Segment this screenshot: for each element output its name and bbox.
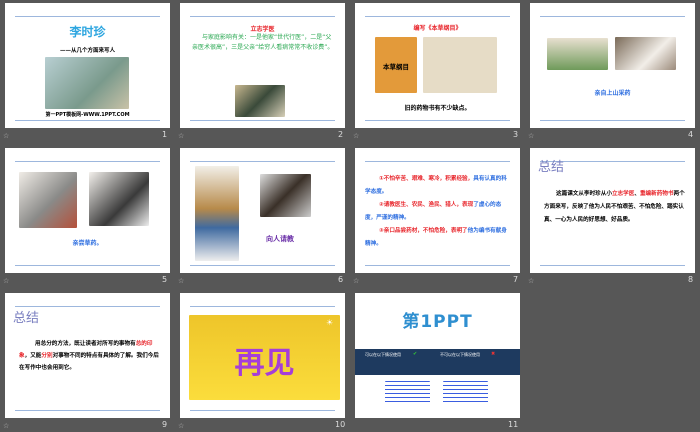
slide-caption: 亲自上山采药 <box>594 90 631 97</box>
slide-number: 2 <box>338 130 344 139</box>
slide-thumbnail-4[interactable]: 亲自上山采药 <box>530 3 695 128</box>
slide-number: 1 <box>162 130 168 139</box>
divider <box>15 410 160 411</box>
check-icon: ✔ <box>413 351 418 357</box>
goodbye-text: 再见 <box>234 346 295 381</box>
slide-number: 9 <box>162 420 168 429</box>
slide-thumbnail-5[interactable]: 亲尝草药。 <box>5 148 170 273</box>
animation-star-icon: ☆ <box>178 277 185 285</box>
divider <box>365 16 510 17</box>
portrait-image <box>235 85 285 117</box>
slide-number: 5 <box>162 275 168 284</box>
slide-number: 10 <box>335 420 346 429</box>
divider <box>540 16 685 17</box>
divider <box>365 161 510 162</box>
illustration-image <box>547 38 608 70</box>
slide-heading: 总结 <box>538 160 565 175</box>
animation-star-icon: ☆ <box>178 422 185 430</box>
slide-thumbnail-6[interactable]: 向人请教 <box>180 148 345 273</box>
slide-body: ①不怕辛苦、艰难、寒冷，积累经验，具有认真的科学态度。 ②请教医生、农民、渔民、… <box>365 173 510 251</box>
animation-star-icon: ☆ <box>353 277 360 285</box>
slide-thumbnail-11[interactable]: 第1PPT 可以在以下情况使用 ✔ 不可以在以下情况使用 ✖ <box>355 293 520 418</box>
body-text: 这篇课文从李时珍从小 <box>556 191 612 197</box>
divider <box>190 306 335 307</box>
slide-number: 3 <box>513 130 519 139</box>
painting-image <box>19 172 77 228</box>
illustration-image <box>615 37 676 70</box>
divider <box>15 265 160 266</box>
painting-image <box>89 172 149 226</box>
slide-heading: 编写《本草纲目》 <box>413 25 462 32</box>
cannot-use-label: 不可以在以下情况使用 <box>440 352 480 357</box>
divider <box>540 120 685 121</box>
link-list <box>443 381 488 405</box>
logo: 第1PPT <box>402 312 473 332</box>
slide-number: 7 <box>513 275 519 284</box>
divider <box>190 120 335 121</box>
link-list <box>385 381 430 405</box>
animation-star-icon: ☆ <box>3 422 10 430</box>
animation-star-icon: ☆ <box>178 132 185 140</box>
usage-banner: 可以在以下情况使用 ✔ 不可以在以下情况使用 ✖ <box>355 349 520 375</box>
slide-thumbnail-1[interactable]: 李时珍 ——从几个方面来写人 第一PPT模板网-WWW.1PPT.COM <box>5 3 170 128</box>
animation-star-icon: ☆ <box>528 277 535 285</box>
divider <box>190 16 335 17</box>
divider <box>190 265 335 266</box>
slide-thumbnail-3[interactable]: 编写《本草纲目》 本草纲目 旧的药物书有不少缺点。 <box>355 3 520 128</box>
slide-number: 4 <box>688 130 694 139</box>
painting-image <box>195 166 239 261</box>
illustration-image <box>45 57 129 109</box>
divider <box>190 161 335 162</box>
slide-number: 8 <box>688 275 694 284</box>
slide-number: 6 <box>338 275 344 284</box>
sun-icon: ☀ <box>326 318 334 327</box>
slide-caption: 旧的药物书有不少缺点。 <box>404 105 471 112</box>
divider <box>365 265 510 266</box>
divider <box>540 265 685 266</box>
animation-star-icon: ☆ <box>528 132 535 140</box>
slide-caption: 亲尝草药。 <box>72 240 103 247</box>
body-text: 用总分的方法，既让读者对所写的事物有 <box>35 341 136 347</box>
slide-heading: 立志学医 <box>250 26 275 33</box>
slide-thumbnail-2[interactable]: 立志学医 与家庭影响有关：一是他家“世代行医”，二是“父亲医术很高”，三是父亲“… <box>180 3 345 128</box>
book-pages-image <box>423 37 497 93</box>
divider <box>15 16 160 17</box>
can-use-label: 可以在以下情况使用 <box>365 352 401 357</box>
slide-body: 这篇课文从李时珍从小立志学医、重编新药物书两个方面来写，反映了他为人民不怕艰苦、… <box>544 188 685 227</box>
slide-subtitle: ——从几个方面来写人 <box>59 48 115 54</box>
slide-thumbnail-10[interactable]: ☀ 再见 <box>180 293 345 418</box>
cross-icon: ✖ <box>491 351 496 357</box>
body-text: ，又能 <box>24 353 42 359</box>
slide-body: 用总分的方法，既让读者对所写的事物有总的印象，又能分别对事物不同的特点有具体的了… <box>19 338 160 374</box>
animation-star-icon: ☆ <box>3 277 10 285</box>
highlight-text: 分别 <box>41 353 53 359</box>
animation-star-icon: ☆ <box>353 132 360 140</box>
divider <box>190 410 335 411</box>
slide-thumbnail-7[interactable]: ①不怕辛苦、艰难、寒冷，积累经验，具有认真的科学态度。 ②请教医生、农民、渔民、… <box>355 148 520 273</box>
slide-heading: 总结 <box>13 311 40 326</box>
highlight-text: 重编新药物书 <box>639 191 674 197</box>
slide-footer: 第一PPT模板网-WWW.1PPT.COM <box>45 112 130 118</box>
point-text: ③亲口品尝药材，不怕危险，表明了 <box>379 228 468 234</box>
highlight-text: 立志学医 <box>611 191 635 197</box>
point-text: ②请教医生、农民、渔民、猎人，表现 <box>379 202 474 208</box>
book-title: 本草纲目 <box>383 63 409 71</box>
slide-body: 与家庭影响有关：一是他家“世代行医”，二是“父亲医术很高”，三是父亲“给穷人看病… <box>192 34 334 51</box>
slide-caption: 向人请教 <box>266 235 294 243</box>
slide-number: 11 <box>508 420 519 429</box>
slide-title: 李时珍 <box>69 25 106 39</box>
divider <box>15 120 160 121</box>
point-text: ①不怕辛苦、艰难、寒冷，积累经验， <box>379 176 474 182</box>
book-cover-image: 本草纲目 <box>375 37 417 93</box>
slide-thumbnail-8[interactable]: 总结 这篇课文从李时珍从小立志学医、重编新药物书两个方面来写，反映了他为人民不怕… <box>530 148 695 273</box>
divider <box>365 120 510 121</box>
slide-thumbnail-9[interactable]: 总结 用总分的方法，既让读者对所写的事物有总的印象，又能分别对事物不同的特点有具… <box>5 293 170 418</box>
animation-star-icon: ☆ <box>3 132 10 140</box>
divider <box>15 161 160 162</box>
painting-image <box>260 174 311 217</box>
